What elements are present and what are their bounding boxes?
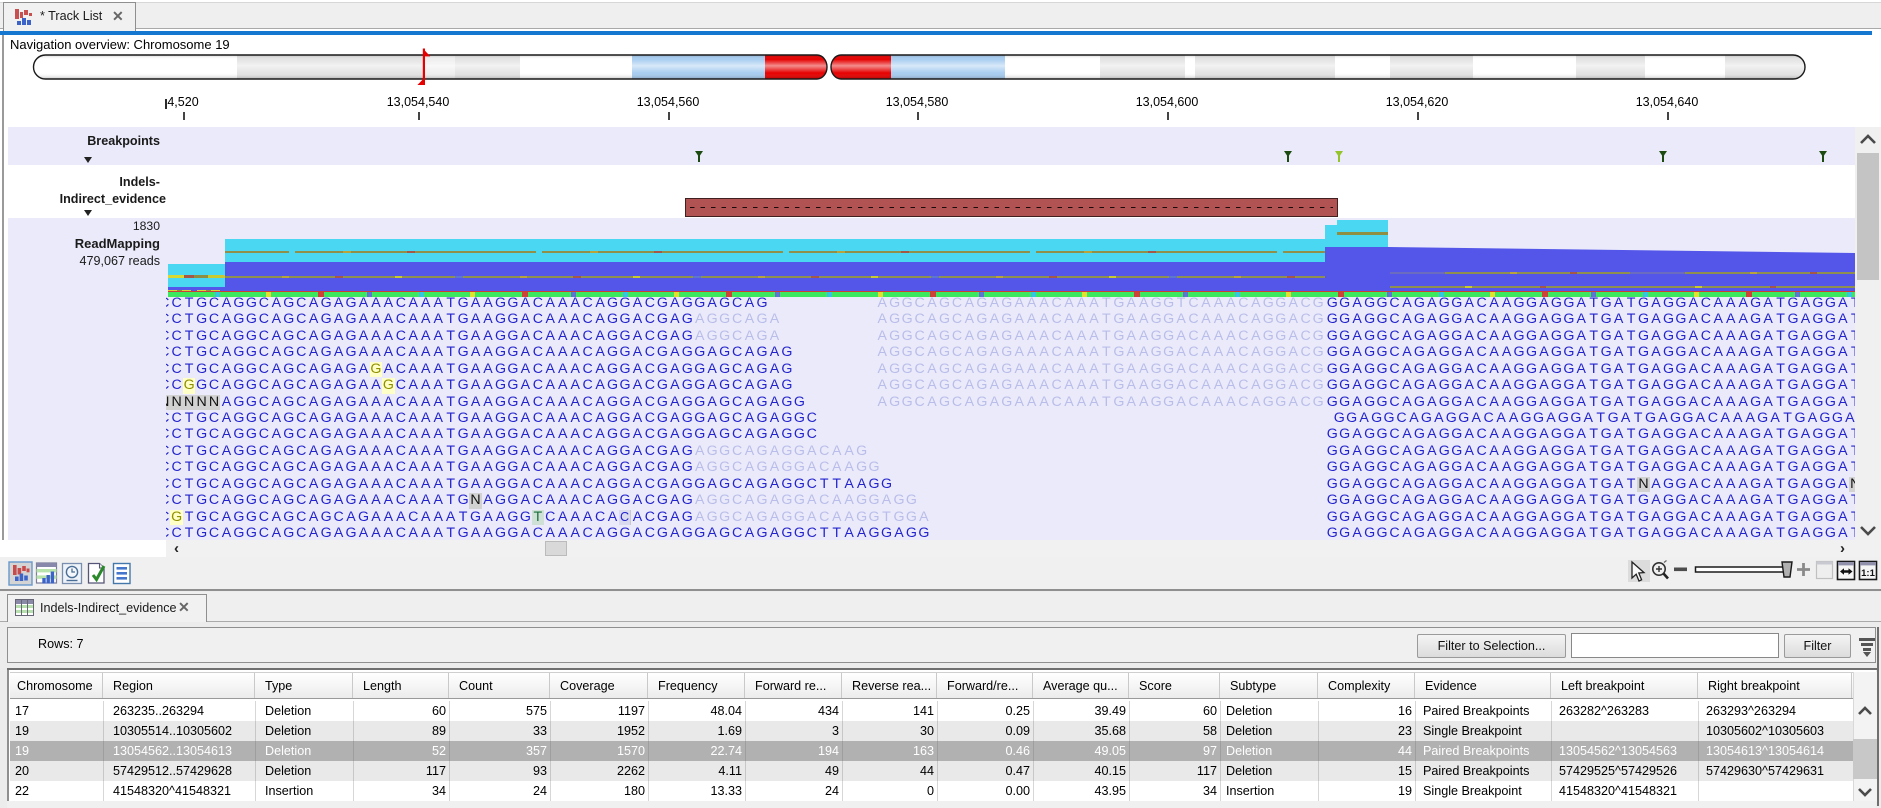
- svg-text:1:1: 1:1: [1861, 568, 1875, 579]
